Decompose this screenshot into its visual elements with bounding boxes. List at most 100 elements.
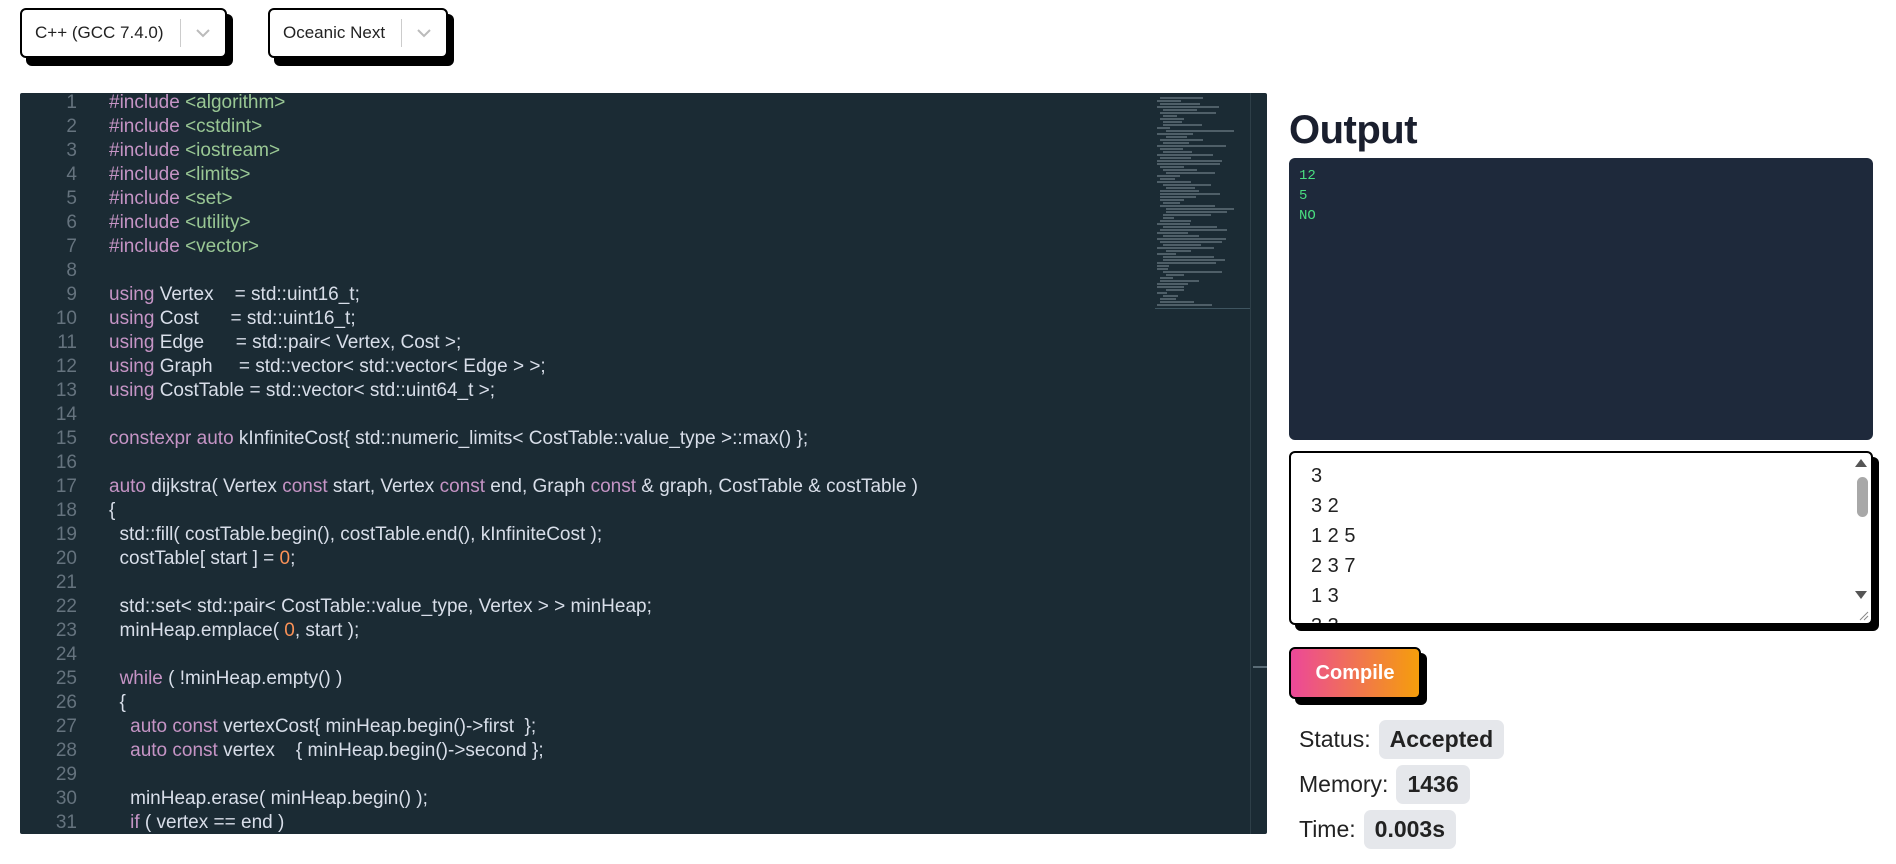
stdin-scrollbar[interactable] [1853, 453, 1871, 623]
code-line[interactable]: 2 #include <cstdint> [20, 115, 1150, 139]
resize-handle-icon[interactable] [1857, 609, 1869, 621]
line-number: 15 [55, 428, 77, 449]
code-text: #include <cstdint> [109, 116, 263, 137]
code-text: #include <utility> [109, 212, 251, 233]
output-panel: 12 5 NO [1289, 158, 1873, 440]
code-line[interactable]: 8 [20, 259, 1150, 283]
minimap-line [1157, 283, 1188, 285]
code-line[interactable]: 31 if ( vertex == end ) [20, 811, 1150, 834]
minimap-line [1166, 208, 1234, 210]
line-number: 28 [55, 740, 77, 761]
code-line[interactable]: 28 auto const vertex { minHeap.begin()->… [20, 739, 1150, 763]
code-text: { [109, 500, 116, 521]
line-number: 8 [66, 260, 77, 281]
code-line[interactable]: 26 { [20, 691, 1150, 715]
code-line[interactable]: 17 auto dijkstra( Vertex const start, Ver… [20, 475, 1150, 499]
code-line[interactable]: 6 #include <utility> [20, 211, 1150, 235]
minimap-line [1160, 112, 1216, 114]
chevron-down-icon[interactable] [402, 28, 446, 38]
code-line[interactable]: 22 std::set< std::pair< CostTable::value… [20, 595, 1150, 619]
code-line[interactable]: 24 [20, 643, 1150, 667]
minimap-line [1160, 193, 1220, 195]
code-line[interactable]: 5 #include <set> [20, 187, 1150, 211]
stdin-line: 3 [1311, 465, 1323, 487]
code-line[interactable]: 18 { [20, 499, 1150, 523]
code-text: using CostTable = std::vector< std::uint… [109, 380, 496, 401]
scroll-up-arrow-icon[interactable] [1855, 459, 1867, 467]
minimap-line [1157, 175, 1180, 177]
scroll-down-arrow-icon[interactable] [1855, 591, 1867, 599]
code-line[interactable]: 11 using Edge = std::pair< Vertex, Cost >… [20, 331, 1150, 355]
code-line[interactable]: 30 minHeap.erase( minHeap.begin() ); [20, 787, 1150, 811]
minimap-line [1160, 157, 1191, 159]
code-line[interactable]: 19 std::fill( costTable.begin(), costTab… [20, 523, 1150, 547]
code-line[interactable]: 25 while ( !minHeap.empty() ) [20, 667, 1150, 691]
status-label: Status: [1299, 726, 1371, 752]
language-select[interactable]: C++ (GCC 7.4.0) [20, 8, 233, 66]
code-line[interactable]: 29 [20, 763, 1150, 787]
line-number: 3 [66, 140, 77, 161]
minimap-line [1166, 250, 1191, 252]
line-number: 10 [55, 308, 77, 329]
language-select-face[interactable]: C++ (GCC 7.4.0) [20, 8, 227, 58]
code-line[interactable]: 12 using Graph = std::vector< std::vector… [20, 355, 1150, 379]
code-line[interactable]: 7 #include <vector> [20, 235, 1150, 259]
code-line[interactable]: 13 using CostTable = std::vector< std::ui… [20, 379, 1150, 403]
minimap-line [1163, 142, 1189, 144]
code-line[interactable]: 21 [20, 571, 1150, 595]
minimap-line [1157, 106, 1219, 108]
minimap-line [1157, 145, 1226, 147]
editor-minimap[interactable] [1155, 93, 1250, 309]
time-label: Time: [1299, 816, 1356, 842]
minimap-line [1160, 97, 1203, 99]
minimap-line [1157, 292, 1167, 294]
minimap-line [1163, 235, 1199, 237]
code-line[interactable]: 15 constexpr auto kInfiniteCost{ std::num… [20, 427, 1150, 451]
code-text: constexpr auto kInfiniteCost{ std::numer… [109, 428, 809, 449]
minimap-line [1157, 127, 1170, 129]
code-line[interactable]: 10 using Cost = std::uint16_t; [20, 307, 1150, 331]
minimap-line [1163, 295, 1178, 297]
theme-select[interactable]: Oceanic Next [268, 8, 454, 66]
line-number: 11 [57, 332, 77, 353]
minimap-line [1157, 247, 1214, 249]
line-number: 4 [66, 164, 77, 185]
code-text: if ( vertex == end ) [130, 812, 285, 833]
code-line[interactable]: 9 using Vertex = std::uint16_t; [20, 283, 1150, 307]
compile-button[interactable]: Compile [1289, 647, 1421, 699]
code-line[interactable]: 27 auto const vertexCost{ minHeap.begin(… [20, 715, 1150, 739]
scrollbar-position-marker [1253, 666, 1267, 668]
minimap-line [1160, 178, 1175, 180]
code-text: using Vertex = std::uint16_t; [109, 284, 360, 305]
code-line[interactable]: 3 #include <iostream> [20, 139, 1150, 163]
code-line[interactable]: 16 [20, 451, 1150, 475]
chevron-down-icon[interactable] [181, 28, 225, 38]
code-text: #include <iostream> [109, 140, 281, 161]
minimap-line [1160, 280, 1199, 282]
code-text: std::fill( costTable.begin(), costTable.… [109, 524, 603, 545]
minimap-line [1163, 259, 1225, 261]
code-line[interactable]: 4 #include <limits> [20, 163, 1150, 187]
minimap-line [1166, 130, 1234, 132]
minimap-line [1157, 253, 1176, 255]
code-editor[interactable]: 1 #include <algorithm> 2 #include <cstdint>… [20, 93, 1267, 834]
minimap-line [1163, 184, 1211, 186]
minimap-line [1157, 181, 1191, 183]
line-number: 6 [66, 212, 77, 233]
minimap-line [1157, 160, 1222, 162]
code-line[interactable]: 23 minHeap.emplace( 0, start ); [20, 619, 1150, 643]
code-text: minHeap.erase( minHeap.begin() ); [109, 788, 428, 809]
line-number: 20 [55, 548, 77, 569]
theme-select-face[interactable]: Oceanic Next [268, 8, 448, 58]
minimap-line [1160, 166, 1184, 168]
minimap-line [1157, 223, 1190, 225]
code-line[interactable]: 20 costTable[ start ] = 0; [20, 547, 1150, 571]
minimap-line [1166, 172, 1215, 174]
line-number: 14 [55, 404, 77, 425]
stdin-scroll-thumb[interactable] [1857, 477, 1868, 517]
stdin-input[interactable]: 3 3 2 1 2 5 2 3 7 1 3 3 3 [1289, 451, 1873, 625]
minimap-line [1160, 148, 1183, 150]
code-line[interactable]: 1 #include <algorithm> [20, 93, 1150, 115]
code-line[interactable]: 14 [20, 403, 1150, 427]
editor-scrollbar[interactable] [1250, 93, 1251, 834]
